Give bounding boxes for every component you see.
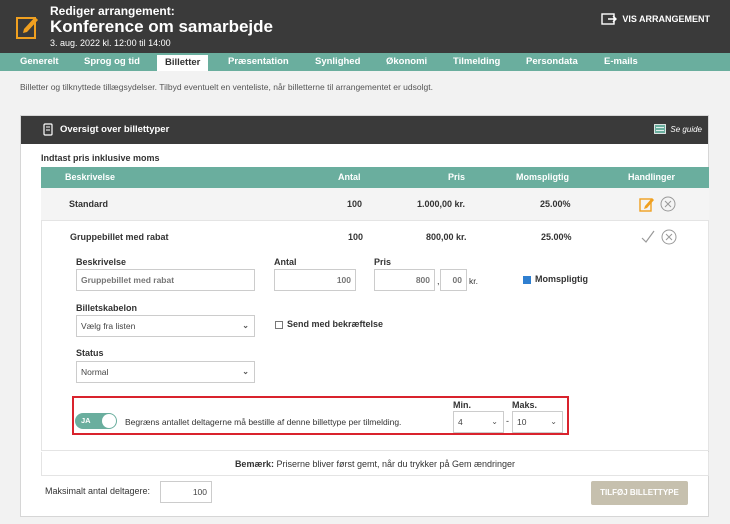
tab-synlighed[interactable]: Synlighed xyxy=(315,53,360,71)
tab-tilmelding[interactable]: Tilmelding xyxy=(453,53,500,71)
vat-checkbox[interactable] xyxy=(523,276,531,284)
row-vat: 25.00% xyxy=(541,232,572,242)
tab-praesentation[interactable]: Præsentation xyxy=(228,53,289,71)
note-bold: Bemærk: xyxy=(234,459,274,469)
limit-toggle[interactable]: JA xyxy=(75,413,117,429)
description-field[interactable]: Gruppebillet med rabat xyxy=(76,269,255,291)
guide-label: Se guide xyxy=(670,124,702,134)
panel-header: Oversigt over billettyper Se guide xyxy=(21,116,708,144)
col-count: Antal xyxy=(338,172,361,182)
intro-text: Billetter og tilknyttede tillægsydelser.… xyxy=(20,82,433,92)
row-count: 100 xyxy=(347,199,363,209)
tab-persondata[interactable]: Persondata xyxy=(526,53,578,71)
max-participants-field[interactable]: 100 xyxy=(160,481,212,503)
col-vat: Momspligtig xyxy=(516,172,569,182)
view-event-button[interactable]: VIS ARRANGEMENT xyxy=(601,13,710,25)
limit-description: Begræns antallet deltagerne må bestille … xyxy=(125,417,402,427)
tab-okonomi[interactable]: Økonomi xyxy=(386,53,427,71)
row-price: 800,00 kr. xyxy=(426,232,467,242)
col-description: Beskrivelse xyxy=(65,172,116,182)
toggle-label: JA xyxy=(81,416,91,425)
cancel-icon[interactable] xyxy=(661,229,677,245)
row-price: 1.000,00 kr. xyxy=(417,199,466,209)
template-label: Billetskabelon xyxy=(76,303,138,313)
vat-checkbox-label: Momspligtig xyxy=(535,274,588,284)
toggle-knob xyxy=(102,414,116,428)
edit-event-icon xyxy=(16,17,38,39)
chevron-down-icon: ⌄ xyxy=(242,321,249,330)
min-select-value: 4 xyxy=(458,417,463,427)
note-body: Priserne bliver først gemt, når du trykk… xyxy=(276,459,516,469)
tab-sprog-og-tid[interactable]: Sprog og tid xyxy=(84,53,140,71)
note-text: Bemærk: Priserne bliver først gemt, når … xyxy=(41,452,709,476)
status-select-value: Normal xyxy=(81,367,109,377)
chevron-down-icon: ⌄ xyxy=(550,417,557,426)
tab-billetter[interactable]: Billetter xyxy=(157,53,209,71)
tab-bar: Generelt Sprog og tid Billetter Præsenta… xyxy=(0,53,730,71)
ticket-types-panel: Oversigt over billettyper Se guide Indta… xyxy=(20,115,709,517)
delete-icon[interactable] xyxy=(660,196,676,212)
tab-e-mails[interactable]: E-mails xyxy=(604,53,638,71)
range-separator: - xyxy=(506,416,509,426)
panel-title: Oversigt over billettyper xyxy=(60,124,170,135)
tab-generelt[interactable]: Generelt xyxy=(20,53,59,71)
header-subtitle: Rediger arrangement: xyxy=(50,4,175,18)
save-check-icon[interactable] xyxy=(640,229,656,245)
min-label: Min. xyxy=(453,400,471,410)
section-label: Indtast pris inklusive moms xyxy=(41,153,160,163)
guide-icon xyxy=(654,124,667,134)
count-field[interactable]: 100 xyxy=(274,269,356,291)
page-title: Konference om samarbejde xyxy=(50,17,273,36)
chevron-down-icon: ⌄ xyxy=(242,367,249,376)
table-row: Standard 100 1.000,00 kr. 25.00% xyxy=(41,188,709,221)
status-label: Status xyxy=(76,348,104,358)
external-view-icon xyxy=(601,13,618,25)
col-actions: Handlinger xyxy=(628,172,676,182)
max-select-value: 10 xyxy=(517,417,527,427)
add-ticket-type-button[interactable]: TILFØJ BILLETTYPE xyxy=(591,481,688,505)
event-date: 3. aug. 2022 kl. 12:00 til 14:00 xyxy=(50,38,171,48)
min-select[interactable]: 4 ⌄ xyxy=(453,411,504,433)
view-event-label: VIS ARRANGEMENT xyxy=(622,14,710,24)
header: Rediger arrangement: Konference om samar… xyxy=(0,0,730,53)
col-price: Pris xyxy=(448,172,466,182)
row-description: Gruppebillet med rabat xyxy=(70,232,169,242)
row-description: Standard xyxy=(69,199,109,209)
description-label: Beskrivelse xyxy=(76,257,127,267)
max-label: Maks. xyxy=(512,400,538,410)
guide-link[interactable]: Se guide xyxy=(654,124,702,134)
price-unit: kr. xyxy=(469,276,478,286)
template-select-value: Vælg fra listen xyxy=(81,321,136,331)
price-cents-field[interactable]: 00 xyxy=(440,269,467,291)
price-label: Pris xyxy=(374,257,392,267)
max-select[interactable]: 10 ⌄ xyxy=(512,411,563,433)
template-select[interactable]: Vælg fra listen ⌄ xyxy=(76,315,255,337)
row-count: 100 xyxy=(348,232,364,242)
price-field[interactable]: 800 xyxy=(374,269,435,291)
max-participants-label: Maksimalt antal deltagere: xyxy=(45,486,151,496)
table-header: Beskrivelse Antal Pris Momspligtig Handl… xyxy=(41,167,709,188)
ticket-icon xyxy=(43,123,53,136)
edit-icon[interactable] xyxy=(639,196,655,212)
send-confirmation-label: Send med bekræftelse xyxy=(287,319,384,329)
send-confirmation-checkbox[interactable] xyxy=(275,321,283,329)
count-label: Antal xyxy=(274,257,297,267)
status-select[interactable]: Normal ⌄ xyxy=(76,361,255,383)
row-vat: 25.00% xyxy=(540,199,571,209)
chevron-down-icon: ⌄ xyxy=(491,417,498,426)
